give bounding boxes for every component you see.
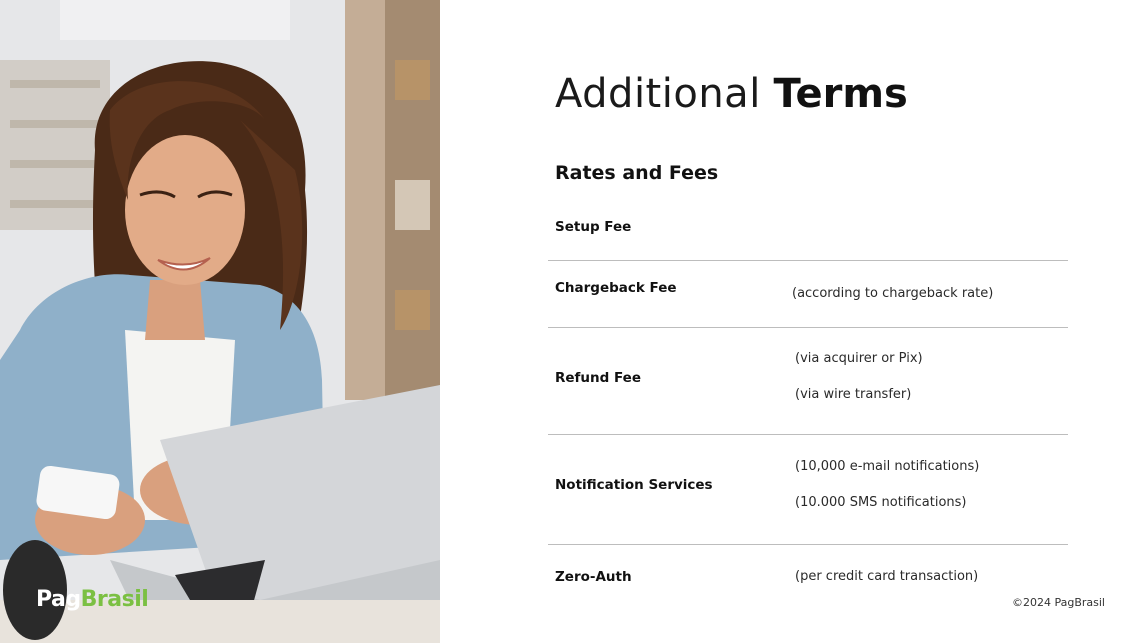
divider [548,434,1068,435]
fee-note-zero-auth: (per credit card transaction) [795,569,979,584]
fee-note-email: (10,000 e-mail notifications) [795,459,980,474]
title-bold: Terms [773,71,908,117]
divider [548,327,1068,328]
title-light: Additional [555,71,761,117]
pagbrasil-logo: PagBrasil [36,587,149,612]
fee-note-refund-acquirer: (via acquirer or Pix) [795,351,923,366]
fee-note-refund-wire: (via wire transfer) [795,387,912,402]
woman-with-phone-illustration [0,0,440,643]
fee-label-refund: Refund Fee [555,370,641,386]
divider [548,544,1068,545]
section-title: Rates and Fees [555,162,719,184]
divider [548,260,1068,261]
fee-note-chargeback: (according to chargeback rate) [792,286,994,301]
fee-label-chargeback: Chargeback Fee [555,280,677,296]
fee-label-notification: Notification Services [555,477,713,493]
hero-photo: PagBrasil [0,0,440,643]
fee-label-zero-auth: Zero-Auth [555,569,632,585]
copyright-text: ©2024 PagBrasil [1011,596,1105,609]
fee-note-sms: (10.000 SMS notifications) [795,495,967,510]
fee-label-setup: Setup Fee [555,219,632,235]
page-title: Additional Terms [555,70,908,118]
